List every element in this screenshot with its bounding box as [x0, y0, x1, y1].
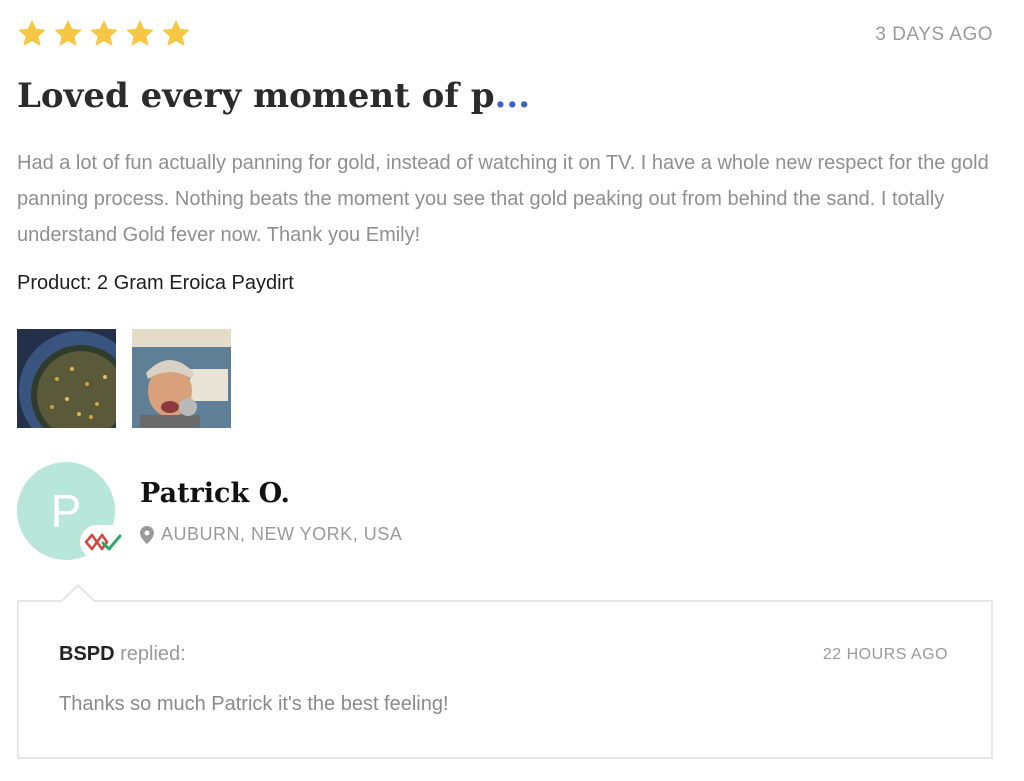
star-icon: [18, 20, 46, 46]
product-line: Product: 2 Gram Eroica Paydirt: [17, 272, 294, 294]
map-pin-icon: [140, 525, 154, 544]
star-icon: [90, 20, 118, 46]
reviewer-name: Patrick O.: [140, 478, 290, 509]
review-date: 3 DAYS AGO: [875, 24, 993, 45]
star-icon: [54, 20, 82, 46]
review-title[interactable]: Loved every moment of p...: [17, 76, 530, 116]
verified-buyer-badge: [80, 525, 126, 559]
verified-buyer-icon: [84, 533, 122, 551]
reply-box: [17, 600, 993, 759]
review-photos: [17, 329, 231, 428]
star-icon: [162, 20, 190, 46]
star-icon: [126, 20, 154, 46]
reviewer-location: AUBURN, NEW YORK, USA: [140, 524, 402, 545]
review-body: Had a lot of fun actually panning for go…: [17, 152, 989, 246]
review-title-text: Loved every moment of p: [17, 76, 495, 116]
reply-text: Thanks so much Patrick it's the best fee…: [59, 693, 449, 715]
title-ellipsis[interactable]: ...: [495, 76, 531, 116]
reply-date: 22 HOURS AGO: [822, 646, 948, 663]
reply-header: BSPD replied:: [59, 643, 186, 666]
reply-verb: replied:: [120, 643, 186, 665]
review-photo-gold-pan[interactable]: [17, 329, 116, 428]
reply-author: BSPD: [59, 643, 115, 665]
star-rating: [16, 18, 192, 50]
location-text: AUBURN, NEW YORK, USA: [161, 524, 403, 544]
review-photo-reviewer[interactable]: [132, 329, 231, 428]
reply-pointer-fill: [62, 587, 94, 602]
